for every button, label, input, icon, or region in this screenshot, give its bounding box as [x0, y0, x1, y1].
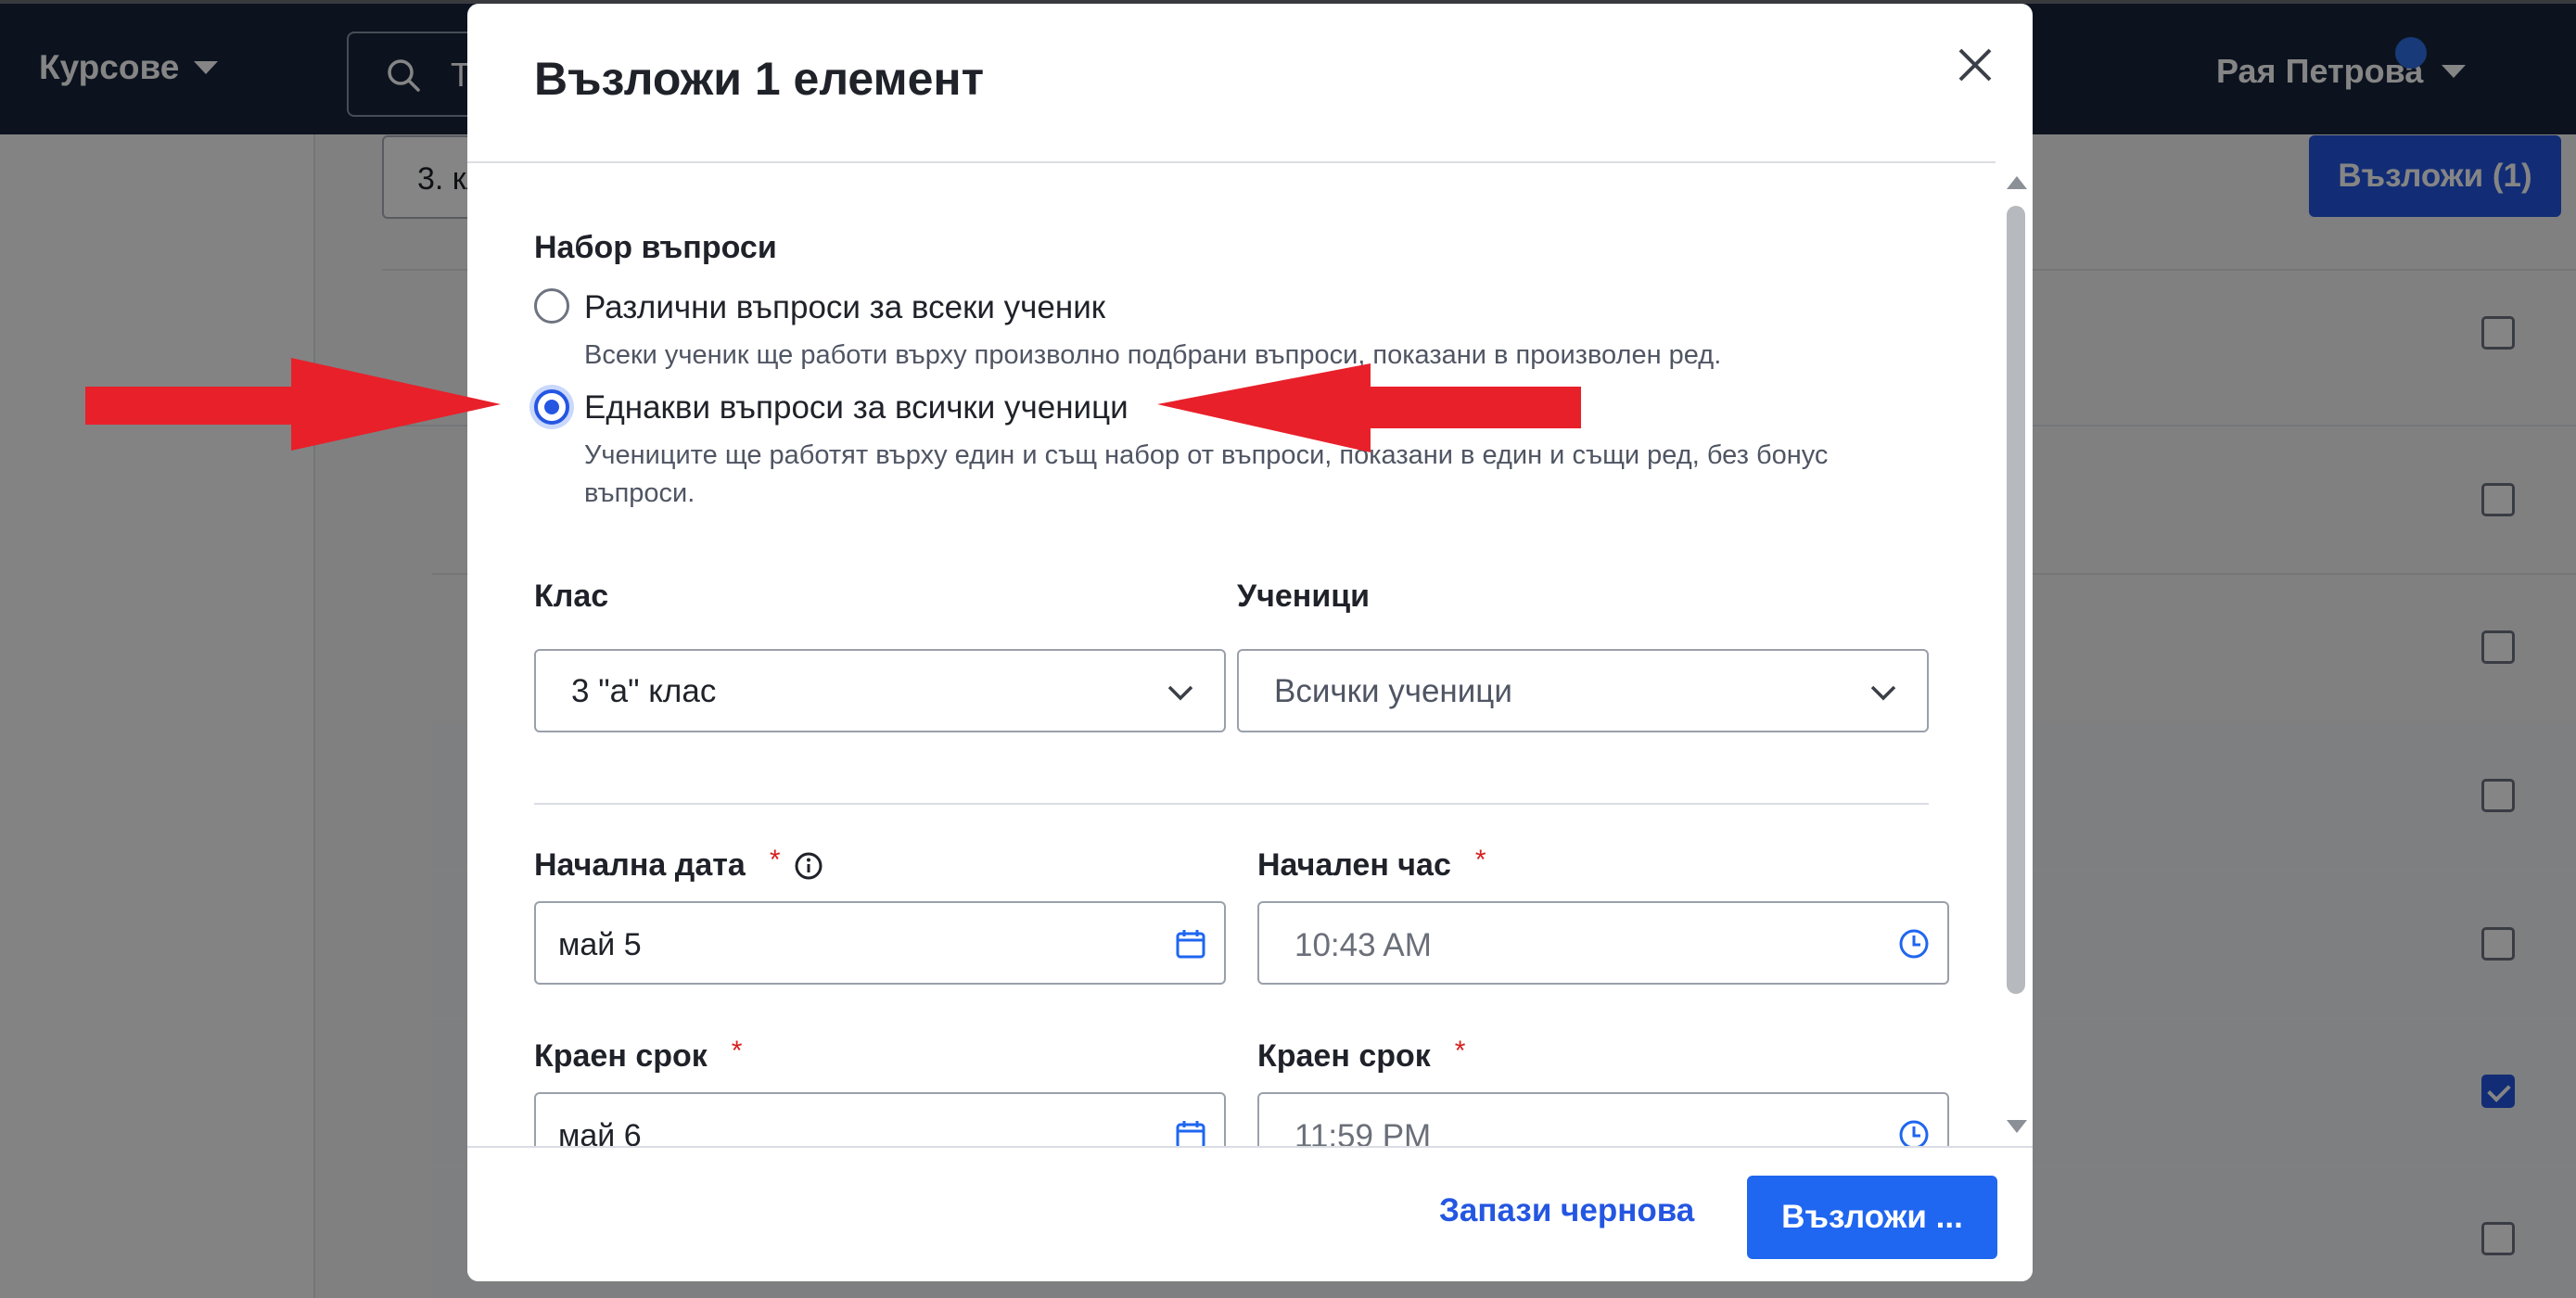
- annotation-arrows: [85, 358, 1581, 452]
- annotation-arrow-right: [85, 358, 501, 451]
- annotation-arrow-left: [1157, 363, 1581, 452]
